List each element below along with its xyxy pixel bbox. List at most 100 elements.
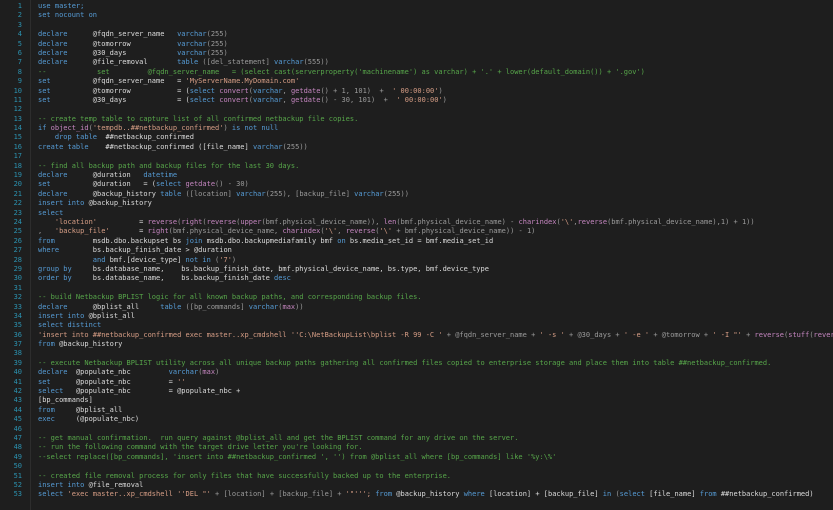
code-token: () + 1, 101) +: [320, 86, 393, 95]
code-line[interactable]: 6 declare @30_days varchar(255): [0, 49, 833, 58]
code-token: varchar: [168, 368, 199, 377]
code-token: '\': [379, 227, 393, 236]
code-line[interactable]: 23 select: [0, 209, 833, 218]
line-number: 43: [13, 396, 22, 405]
line-number: 41: [13, 377, 22, 386]
code-line[interactable]: 7 declare @file_removal table ([del_state…: [0, 58, 833, 67]
code-token: create table: [38, 142, 89, 151]
code-token: -- find all backup path and backup files…: [38, 161, 300, 170]
code-token: table: [177, 58, 199, 67]
code-line[interactable]: 39 -- execute Netbackup BPLIST utility ac…: [0, 359, 833, 368]
code-text: select distinct: [26, 321, 101, 330]
code-line[interactable]: 10 set @tomorrow = (select convert(varcha…: [0, 87, 833, 96]
code-line[interactable]: 35 select distinct: [0, 321, 833, 330]
code-line[interactable]: 53 select 'exec master..xp_cmdshell ''DEL…: [0, 490, 833, 499]
code-line[interactable]: 9 set @fqdn_server_name = 'MyServerName.M…: [0, 77, 833, 86]
code-line[interactable]: 27 where bs.backup_finish_date > @duratio…: [0, 246, 833, 255]
code-line[interactable]: 30 order by bs.database_name, bs.backup_f…: [0, 274, 833, 283]
code-text: set @30_days = (select convert(varchar, …: [26, 96, 447, 105]
code-token: @duration = (: [50, 180, 157, 189]
code-token: declare: [38, 30, 68, 39]
code-token: -- execute Netbackup BPLIST utility acro…: [38, 358, 772, 367]
code-line[interactable]: 16 create table ##netbackup_confirmed ([f…: [0, 143, 833, 152]
code-token: ##netbackup_confirmed ([file_name]: [88, 142, 253, 151]
code-lines: 1 use master; 2 set nocount on 3 4 declare @fq…: [0, 2, 833, 500]
code-line[interactable]: 26 from msdb.dbo.backupset bs join msdb.d…: [0, 237, 833, 246]
code-line[interactable]: 19 declare @duration datetime: [0, 171, 833, 180]
code-token: 'MyServerName.MyDomain.com': [185, 77, 300, 86]
code-line[interactable]: 11 set @30_days = (select convert(varchar…: [0, 96, 833, 105]
code-text: set @populate_nbc = '': [26, 378, 186, 387]
code-token: (bmf.physical_device_name),1) + 1)): [607, 217, 755, 226]
code-token: ): [438, 86, 443, 95]
code-line[interactable]: 40 declare @populate_nbc varchar(max): [0, 368, 833, 377]
code-line[interactable]: 5 declare @tomorrow varchar(255): [0, 40, 833, 49]
code-line[interactable]: 33 declare @bplist_all table ([bp_command…: [0, 303, 833, 312]
code-token: reverse: [813, 330, 833, 339]
code-line[interactable]: 49 --select replace([bp_commands], 'inser…: [0, 453, 833, 462]
code-token: @backup_history: [84, 199, 152, 208]
code-token: exec: [38, 415, 55, 424]
code-line[interactable]: 31: [0, 284, 833, 293]
code-line[interactable]: 38: [0, 349, 833, 358]
code-line[interactable]: 50: [0, 462, 833, 471]
code-line[interactable]: 4 declare @fqdn_server_name varchar(255): [0, 30, 833, 39]
code-token: set: [38, 86, 51, 95]
code-line[interactable]: 46: [0, 425, 833, 434]
code-line[interactable]: 32 -- build Netbackup BPLIST logic for al…: [0, 293, 833, 302]
code-line[interactable]: 18 -- find all backup path and backup fil…: [0, 162, 833, 171]
code-line[interactable]: 1 use master;: [0, 2, 833, 11]
code-text: declare @bplist_all table ([bp_commands]…: [26, 303, 304, 312]
code-line[interactable]: 47 -- get manual confirmation. run query …: [0, 434, 833, 443]
code-token: bmf.[device_type]: [105, 255, 186, 264]
code-line[interactable]: 44 from @bplist_all: [0, 406, 833, 415]
code-token: on: [337, 236, 346, 245]
code-line[interactable]: 45 exec (@populate_nbc): [0, 415, 833, 424]
code-line[interactable]: 14 if object_id('tempdb..##netbackup_conf…: [0, 124, 833, 133]
code-line[interactable]: 41 set @populate_nbc = '': [0, 378, 833, 387]
code-line[interactable]: 43 [bp_commands]: [0, 396, 833, 405]
code-text: -- create temp table to capture list of …: [26, 115, 358, 124]
code-text: -- run the following command with the ta…: [26, 443, 363, 452]
code-line[interactable]: 15 drop table ##netbackup_confirmed: [0, 133, 833, 142]
code-line[interactable]: 51 -- created file removal process for on…: [0, 472, 833, 481]
code-text: order by bs.database_name, bs.backup_fin…: [26, 274, 291, 283]
code-line[interactable]: 36 'insert into ##netbackup_confirmed exe…: [0, 331, 833, 340]
code-token: 'exec master..xp_cmdshell ''DEL "': [67, 490, 211, 499]
code-line[interactable]: 12: [0, 105, 833, 114]
code-token: not in: [185, 255, 211, 264]
code-line[interactable]: 29 group by bs.database_name, bs.backup_f…: [0, 265, 833, 274]
code-line[interactable]: 2 set nocount on: [0, 11, 833, 20]
code-line[interactable]: 37 from @backup_history: [0, 340, 833, 349]
line-number: 38: [13, 349, 22, 358]
code-editor[interactable]: 1 use master; 2 set nocount on 3 4 declare @fq…: [0, 0, 833, 510]
code-token: from: [38, 340, 55, 349]
line-number: 6: [17, 48, 22, 57]
code-token: order by: [38, 274, 72, 283]
code-line[interactable]: 13 -- create temp table to capture list o…: [0, 115, 833, 124]
code-line[interactable]: 52 insert into @file_removal: [0, 481, 833, 490]
code-token: (@populate_nbc): [54, 415, 140, 424]
code-line[interactable]: 42 select @populate_nbc = @populate_nbc +: [0, 387, 833, 396]
code-line[interactable]: 8 -- set @fqdn_server_name = (select cast…: [0, 68, 833, 77]
code-line[interactable]: 48 -- run the following command with the …: [0, 443, 833, 452]
code-token: @backup_history: [392, 490, 464, 499]
code-token: [location] + [backup_file]: [484, 490, 603, 499]
code-token: select: [189, 86, 216, 95]
line-number: 40: [13, 368, 22, 377]
code-line[interactable]: 17: [0, 152, 833, 161]
code-token: charindex: [518, 217, 557, 226]
code-line[interactable]: 21 declare @backup_history table ([locati…: [0, 190, 833, 199]
code-line[interactable]: 20 set @duration = (select getdate() - 30…: [0, 180, 833, 189]
code-line[interactable]: 34 insert into @bplist_all: [0, 312, 833, 321]
code-line[interactable]: 28 and bmf.[device_type] not in ('7'): [0, 256, 833, 265]
code-line[interactable]: 25, 'backup_file' = right(bmf.physical_d…: [0, 227, 833, 236]
code-line[interactable]: 24 'location' = reverse(right(reverse(up…: [0, 218, 833, 227]
code-token: ): [215, 368, 220, 377]
code-line[interactable]: 3: [0, 21, 833, 30]
line-number: 16: [13, 142, 22, 151]
code-line[interactable]: 22 insert into @backup_history: [0, 199, 833, 208]
